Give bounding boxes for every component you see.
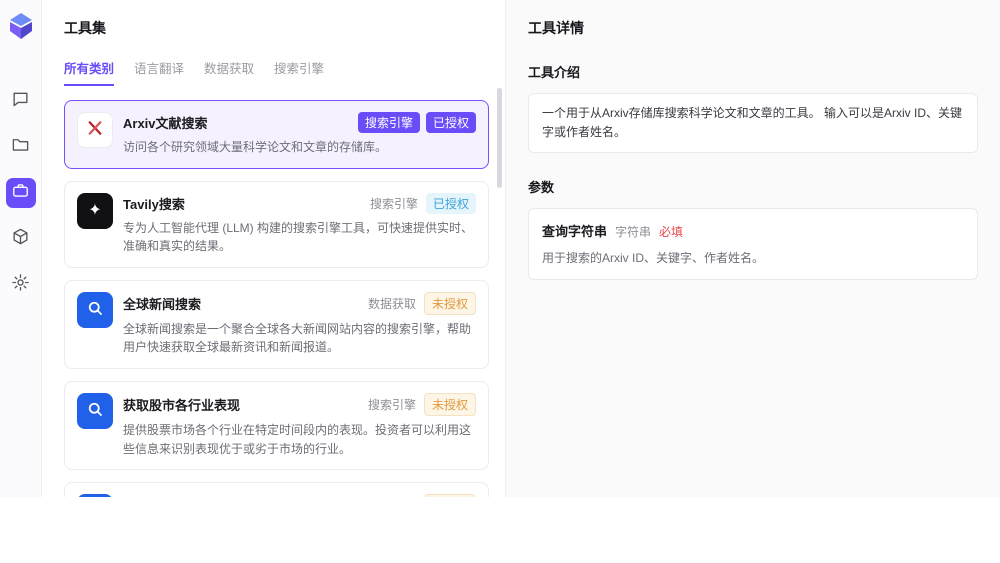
search-logo-icon [86,299,104,321]
app-logo-icon[interactable] [8,12,34,40]
tool-badges: 搜索引擎 未授权 [366,494,476,497]
tool-description: 访问各个研究领域大量科学论文和文章的存储库。 [123,140,388,154]
category-tabs: 所有类别 语言翻译 数据获取 搜索引擎 [64,58,489,86]
tool-head: Arxiv文献搜索 搜索引擎 已授权 [123,112,476,133]
category-badge: 搜索引擎 [369,196,418,211]
tool-title: 全球新闻搜索 [123,296,202,312]
tool-title: Arxiv文献搜索 [123,116,208,131]
tool-badges: 搜索引擎 已授权 [357,112,476,133]
scrollbar-thumb[interactable] [497,88,502,188]
tool-card[interactable]: ✦ Arxiv文献搜索 搜索引擎 已授权 访问各个研究领域大量科学论文和文章的存… [64,100,489,169]
sidebar-item-settings[interactable] [6,270,36,300]
category-badge: 搜索引擎 [367,397,416,412]
tool-badges: 数据获取 未授权 [366,291,476,315]
param-required-badge: 必填 [659,225,684,240]
category-tab[interactable]: 数据获取 [204,58,254,86]
tool-icon: ✦ [77,192,113,229]
tool-card[interactable]: ✦ Tavily搜索 搜索引擎 已授权 专为人工智能代理 (LLM) 构建的搜索… [64,180,489,268]
auth-status-badge: 未授权 [423,291,476,315]
tool-card[interactable]: ✦ 全球新闻搜索 数据获取 未授权 全球新闻搜索是一个聚合全球各大新闻网站内容的… [64,279,489,369]
param-name: 查询字符串 [542,224,608,240]
category-tab[interactable]: 语言翻译 [134,58,184,86]
tool-body: 获取股市各行业表现 搜索引擎 未授权 提供股票市场各个行业在特定时间段内的表现。… [123,392,476,458]
tool-card[interactable]: ✦ 获取股市各行业表现 搜索引擎 未授权 提供股票市场各个行业在特定时间段内的表… [64,380,489,471]
gear-icon [11,273,30,297]
category-badge: 搜索引擎 [366,495,418,497]
tool-title: Tavily搜索 [123,196,185,212]
tool-body: Tavily搜索 搜索引擎 已授权 专为人工智能代理 (LLM) 构建的搜索引擎… [123,192,476,256]
sidebar-item-files[interactable] [6,132,36,162]
tool-head: 全球新闻搜索 数据获取 未授权 [123,291,476,315]
auth-status-badge: 未授权 [423,392,476,416]
tool-head: 获取市场最活跃股票信息 搜索引擎 未授权 [123,494,476,497]
tool-body: Arxiv文献搜索 搜索引擎 已授权 访问各个研究领域大量科学论文和文章的存储库… [123,112,476,157]
details-panel-title: 工具详情 [528,20,584,36]
auth-status-badge: 已授权 [425,112,476,133]
tool-body: 获取市场最活跃股票信息 搜索引擎 未授权 提供当天交易量最高的股票列表，投资者可… [123,494,476,497]
tool-description: 提供股票市场各个行业在特定时间段内的表现。投资者可以利用这些信息来识别表现优于或… [123,422,472,456]
package-icon [11,227,30,251]
param-item: 查询字符串 字符串 必填 用于搜索的Arxiv ID、关键字、作者姓名。 [528,208,978,281]
category-badge: 数据获取 [367,296,416,311]
tool-badges: 搜索引擎 未授权 [366,392,476,416]
tool-icon: ✦ [77,112,113,148]
auth-status-badge: 已授权 [425,192,476,214]
tavily-sparkle-icon: ✦ [88,201,102,219]
tools-panel-title: 工具集 [64,20,106,36]
sidebar-item-tools[interactable] [5,178,36,208]
scrollbar-track [497,88,502,483]
tools-panel: 工具集 所有类别语言翻译数据获取搜索引擎 ✦ Arxiv文献搜索 [42,0,505,497]
app-window: 工具集 所有类别语言翻译数据获取搜索引擎 ✦ Arxiv文献搜索 [0,0,1000,497]
sidebar-item-chat[interactable] [6,86,36,116]
tool-description: 专为人工智能代理 (LLM) 构建的搜索引擎工具，可快速提供实时、准确和真实的结… [123,220,474,254]
intro-heading: 工具介绍 [528,65,581,80]
category-tab[interactable]: 搜索引擎 [274,58,324,86]
tool-title: 获取股市各行业表现 [123,397,241,413]
chat-icon [11,89,30,113]
tool-badges: 搜索引擎 已授权 [368,192,476,214]
tool-head: Tavily搜索 搜索引擎 已授权 [123,192,476,214]
tool-description: 全球新闻搜索是一个聚合全球各大新闻网站内容的搜索引擎，帮助用户快速获取全球最新资… [123,321,472,355]
params-heading: 参数 [528,180,555,196]
tool-body: 全球新闻搜索 数据获取 未授权 全球新闻搜索是一个聚合全球各大新闻网站内容的搜索… [123,291,476,357]
folder-icon [11,135,30,159]
sidebar-item-plugins[interactable] [6,224,36,254]
sidebar [0,0,42,497]
category-tab[interactable]: 所有类别 [64,58,115,86]
tool-icon: ✦ [77,392,113,429]
param-type: 字符串 [615,225,652,240]
category-badge: 搜索引擎 [357,112,420,133]
arxiv-logo-icon [86,119,104,141]
tool-icon: ✦ [77,291,113,328]
tool-details-panel: 工具详情 工具介绍 一个用于从Arxiv存储库搜索科学论文和文章的工具。 输入可… [505,0,1000,497]
tool-intro-text: 一个用于从Arxiv存储库搜索科学论文和文章的工具。 输入可以是Arxiv ID… [528,93,978,154]
auth-status-badge: 未授权 [423,494,476,497]
param-description: 用于搜索的Arxiv ID、关键字、作者姓名。 [542,251,765,266]
tool-icon: ✦ [77,494,113,497]
tool-list: ✦ Arxiv文献搜索 搜索引擎 已授权 访问各个研究领域大量科学论文和文章的存… [64,100,489,497]
tool-head: 获取股市各行业表现 搜索引擎 未授权 [123,392,476,416]
param-head: 查询字符串 字符串 必填 [542,221,964,240]
tool-title: 获取市场最活跃股票信息 [123,496,266,497]
tool-card[interactable]: ✦ 获取市场最活跃股票信息 搜索引擎 未授权 提供当天交易量最高的股票列表，投资… [64,482,489,497]
search-logo-icon [86,400,104,422]
briefcase-icon [11,181,30,205]
